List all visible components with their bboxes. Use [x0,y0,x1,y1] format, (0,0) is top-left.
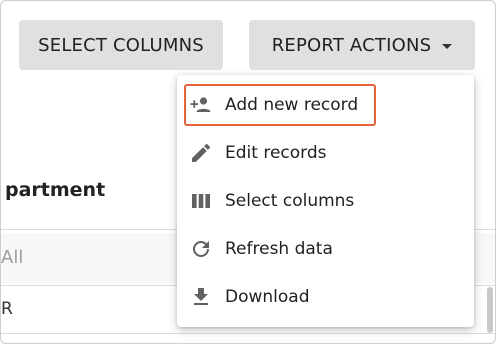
menu-item-label: Add new record [225,95,359,115]
report-actions-label: REPORT ACTIONS [271,34,432,56]
menu-item-download[interactable]: Download [177,273,474,321]
row-divider [1,333,495,334]
column-header-department[interactable]: partment [5,179,105,201]
table-cell: R [1,299,13,319]
report-actions-button[interactable]: REPORT ACTIONS [249,20,475,70]
download-icon [189,285,213,309]
refresh-icon [189,237,213,261]
report-view: SELECT COLUMNS REPORT ACTIONS partment A… [0,0,496,344]
person-add-icon [189,93,213,117]
pencil-icon [189,141,213,165]
vertical-scrollbar[interactable] [487,287,493,333]
report-actions-menu: Add new record Edit records Select colum… [177,75,474,327]
caret-down-icon [442,43,453,49]
menu-item-refresh-data[interactable]: Refresh data [177,225,474,273]
menu-item-label: Refresh data [225,239,333,259]
menu-item-label: Download [225,287,310,307]
select-columns-label: SELECT COLUMNS [38,34,204,56]
columns-icon [189,189,213,213]
menu-item-label: Select columns [225,191,355,211]
department-filter-input[interactable]: All [1,247,23,268]
menu-item-select-columns[interactable]: Select columns [177,177,474,225]
menu-item-edit-records[interactable]: Edit records [177,129,474,177]
menu-item-add-new-record[interactable]: Add new record [177,81,474,129]
select-columns-button[interactable]: SELECT COLUMNS [19,20,223,70]
menu-item-label: Edit records [225,143,327,163]
